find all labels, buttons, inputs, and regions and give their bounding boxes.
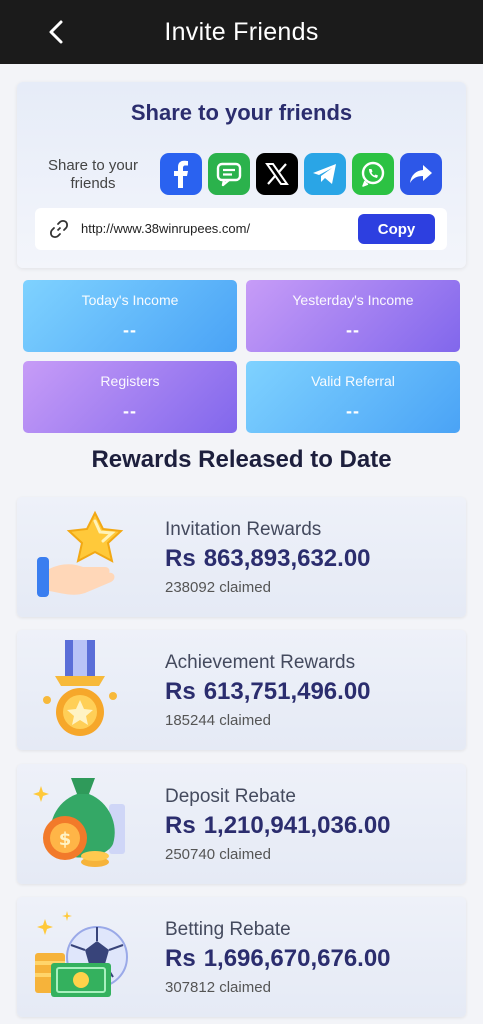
share-title: Share to your friends (130, 100, 353, 125)
reward-card-invitation: Invitation Rewards Rs 863,893,632.00 2380… (17, 497, 466, 617)
reward-amount-value: 613,751,496.00 (203, 678, 371, 705)
reward-card-achievement: Achievement Rewards Rs 613,751,496.00 185… (17, 630, 466, 750)
reward-claimed: 238092 claimed (165, 579, 271, 596)
reward-amount: Rs 1,696,670,676.00 (165, 945, 391, 973)
stat-value: -- (123, 320, 137, 340)
stat-label: Today's Income (81, 292, 179, 308)
reward-card-betting: Betting Rebate Rs 1,696,670,676.00 307812… (17, 897, 466, 1017)
stat-yesterdays-income: Yesterday's Income -- (246, 280, 460, 352)
share-icons (160, 153, 442, 195)
reward-amount: Rs 863,893,632.00 (165, 545, 371, 573)
currency-label: Rs (165, 545, 196, 572)
reward-name: Achievement Rewards (165, 652, 356, 673)
reward-name: Betting Rebate (165, 919, 291, 940)
currency-label: Rs (165, 678, 196, 705)
copy-button[interactable]: Copy (358, 214, 435, 244)
money-bag-icon: $ (33, 774, 133, 874)
stat-label: Yesterday's Income (292, 292, 414, 308)
telegram-icon[interactable] (304, 153, 346, 195)
reward-claimed: 185244 claimed (165, 712, 271, 729)
stat-registers: Registers -- (23, 361, 237, 433)
referral-link[interactable]: http://www.38winrupees.com/ (81, 221, 250, 236)
share-card: Share to your friends Share to your frie… (17, 82, 466, 268)
sms-icon[interactable] (208, 153, 250, 195)
hand-star-icon (33, 507, 133, 607)
svg-text:$: $ (59, 829, 72, 850)
top-bar: Invite Friends (0, 0, 483, 64)
stat-value: -- (123, 401, 137, 421)
reward-claimed: 307812 claimed (165, 979, 271, 996)
reward-amount: Rs 1,210,941,036.00 (165, 812, 391, 840)
reward-claimed: 250740 claimed (165, 846, 271, 863)
reward-amount: Rs 613,751,496.00 (165, 678, 371, 706)
currency-label: Rs (165, 812, 196, 839)
facebook-icon[interactable] (160, 153, 202, 195)
stat-label: Valid Referral (311, 373, 395, 389)
page-title: Invite Friends (164, 17, 319, 46)
stat-label: Registers (100, 373, 160, 389)
reward-name: Deposit Rebate (165, 786, 296, 807)
link-icon (49, 219, 69, 239)
reward-card-deposit: $ Deposit Rebate Rs 1,210,941,036.00 2507… (17, 764, 466, 884)
reward-amount-value: 1,696,670,676.00 (203, 945, 391, 972)
reward-name: Invitation Rewards (165, 519, 322, 540)
stat-value: -- (346, 401, 360, 421)
reward-amount-value: 863,893,632.00 (203, 545, 371, 572)
stat-valid-referral: Valid Referral -- (246, 361, 460, 433)
medal-icon (33, 640, 133, 740)
reward-amount-value: 1,210,941,036.00 (203, 812, 391, 839)
share-label: Share to your friends (47, 157, 139, 192)
stat-value: -- (346, 320, 360, 340)
x-icon[interactable] (256, 153, 298, 195)
referral-link-row: http://www.38winrupees.com/ Copy (35, 208, 447, 250)
stat-todays-income: Today's Income -- (23, 280, 237, 352)
share-forward-icon[interactable] (400, 153, 442, 195)
whatsapp-icon[interactable] (352, 153, 394, 195)
currency-label: Rs (165, 945, 196, 972)
back-icon[interactable] (40, 16, 72, 48)
rewards-section-title: Rewards Released to Date (91, 446, 392, 473)
ball-cash-icon (33, 907, 133, 1007)
